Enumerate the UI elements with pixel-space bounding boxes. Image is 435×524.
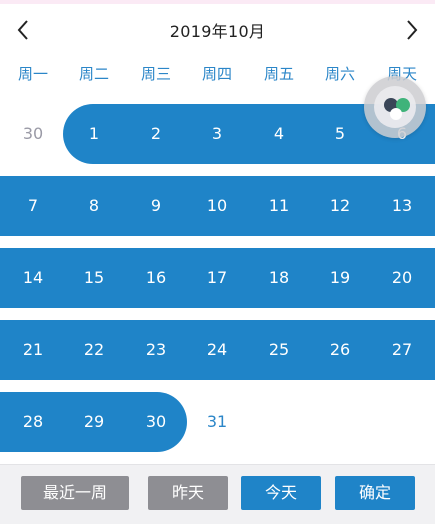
day-cell[interactable]: 12 (309, 176, 371, 236)
day-cell[interactable]: 18 (248, 248, 310, 308)
floating-assistive-icon[interactable] (364, 76, 426, 138)
day-cell[interactable]: 29 (63, 392, 125, 452)
day-cell[interactable]: 7 (2, 176, 64, 236)
day-cell[interactable]: 11 (248, 176, 310, 236)
next-month-button[interactable] (397, 14, 427, 46)
day-cell[interactable]: 23 (125, 320, 187, 380)
day-cell[interactable]: 20 (371, 248, 433, 308)
day-cell[interactable]: 14 (2, 248, 64, 308)
day-cell[interactable]: 3 (186, 104, 248, 164)
footer-bar: 最近一周 昨天 今天 确定 (0, 464, 435, 524)
confirm-button[interactable]: 确定 (335, 476, 415, 510)
day-cell[interactable]: 31 (186, 392, 248, 452)
weekday-thu: 周四 (201, 65, 232, 83)
weekday-header: 周一 周二 周三 周四 周五 周六 周天 (0, 60, 435, 88)
day-cell[interactable]: 24 (186, 320, 248, 380)
day-cell[interactable]: 1 (63, 104, 125, 164)
calendar-grid: 30 1 2 3 4 5 6 7 8 9 10 11 12 13 14 15 1… (0, 96, 435, 456)
day-cell[interactable]: 30 (125, 392, 187, 452)
day-cell[interactable]: 2 (125, 104, 187, 164)
day-cell[interactable]: 4 (248, 104, 310, 164)
day-cell[interactable]: 9 (125, 176, 187, 236)
yesterday-button[interactable]: 昨天 (148, 476, 228, 510)
day-cell[interactable]: 28 (2, 392, 64, 452)
day-cell[interactable]: 19 (309, 248, 371, 308)
weekday-mon: 周一 (17, 65, 48, 83)
month-title: 2019年10月 (169, 22, 266, 41)
weekday-wed: 周三 (140, 65, 171, 83)
calendar-header: 2019年10月 (0, 4, 435, 56)
day-cell[interactable]: 13 (371, 176, 433, 236)
day-cell[interactable]: 8 (63, 176, 125, 236)
day-cell[interactable]: 25 (248, 320, 310, 380)
chevron-right-icon (407, 20, 418, 40)
weekday-fri: 周五 (263, 65, 294, 83)
day-cell[interactable]: 5 (309, 104, 371, 164)
assistive-dot-white (390, 108, 402, 120)
day-cell[interactable]: 21 (2, 320, 64, 380)
day-cell[interactable]: 26 (309, 320, 371, 380)
weekday-tue: 周二 (78, 65, 109, 83)
day-cell[interactable]: 22 (63, 320, 125, 380)
day-cell[interactable]: 30 (2, 104, 64, 164)
day-cell[interactable]: 16 (125, 248, 187, 308)
last-week-button[interactable]: 最近一周 (21, 476, 129, 510)
day-cell[interactable]: 17 (186, 248, 248, 308)
today-button[interactable]: 今天 (241, 476, 321, 510)
day-cell[interactable]: 10 (186, 176, 248, 236)
day-cell[interactable]: 27 (371, 320, 433, 380)
day-cell[interactable]: 15 (63, 248, 125, 308)
floating-assistive-inner (374, 86, 416, 128)
weekday-sat: 周六 (324, 65, 355, 83)
